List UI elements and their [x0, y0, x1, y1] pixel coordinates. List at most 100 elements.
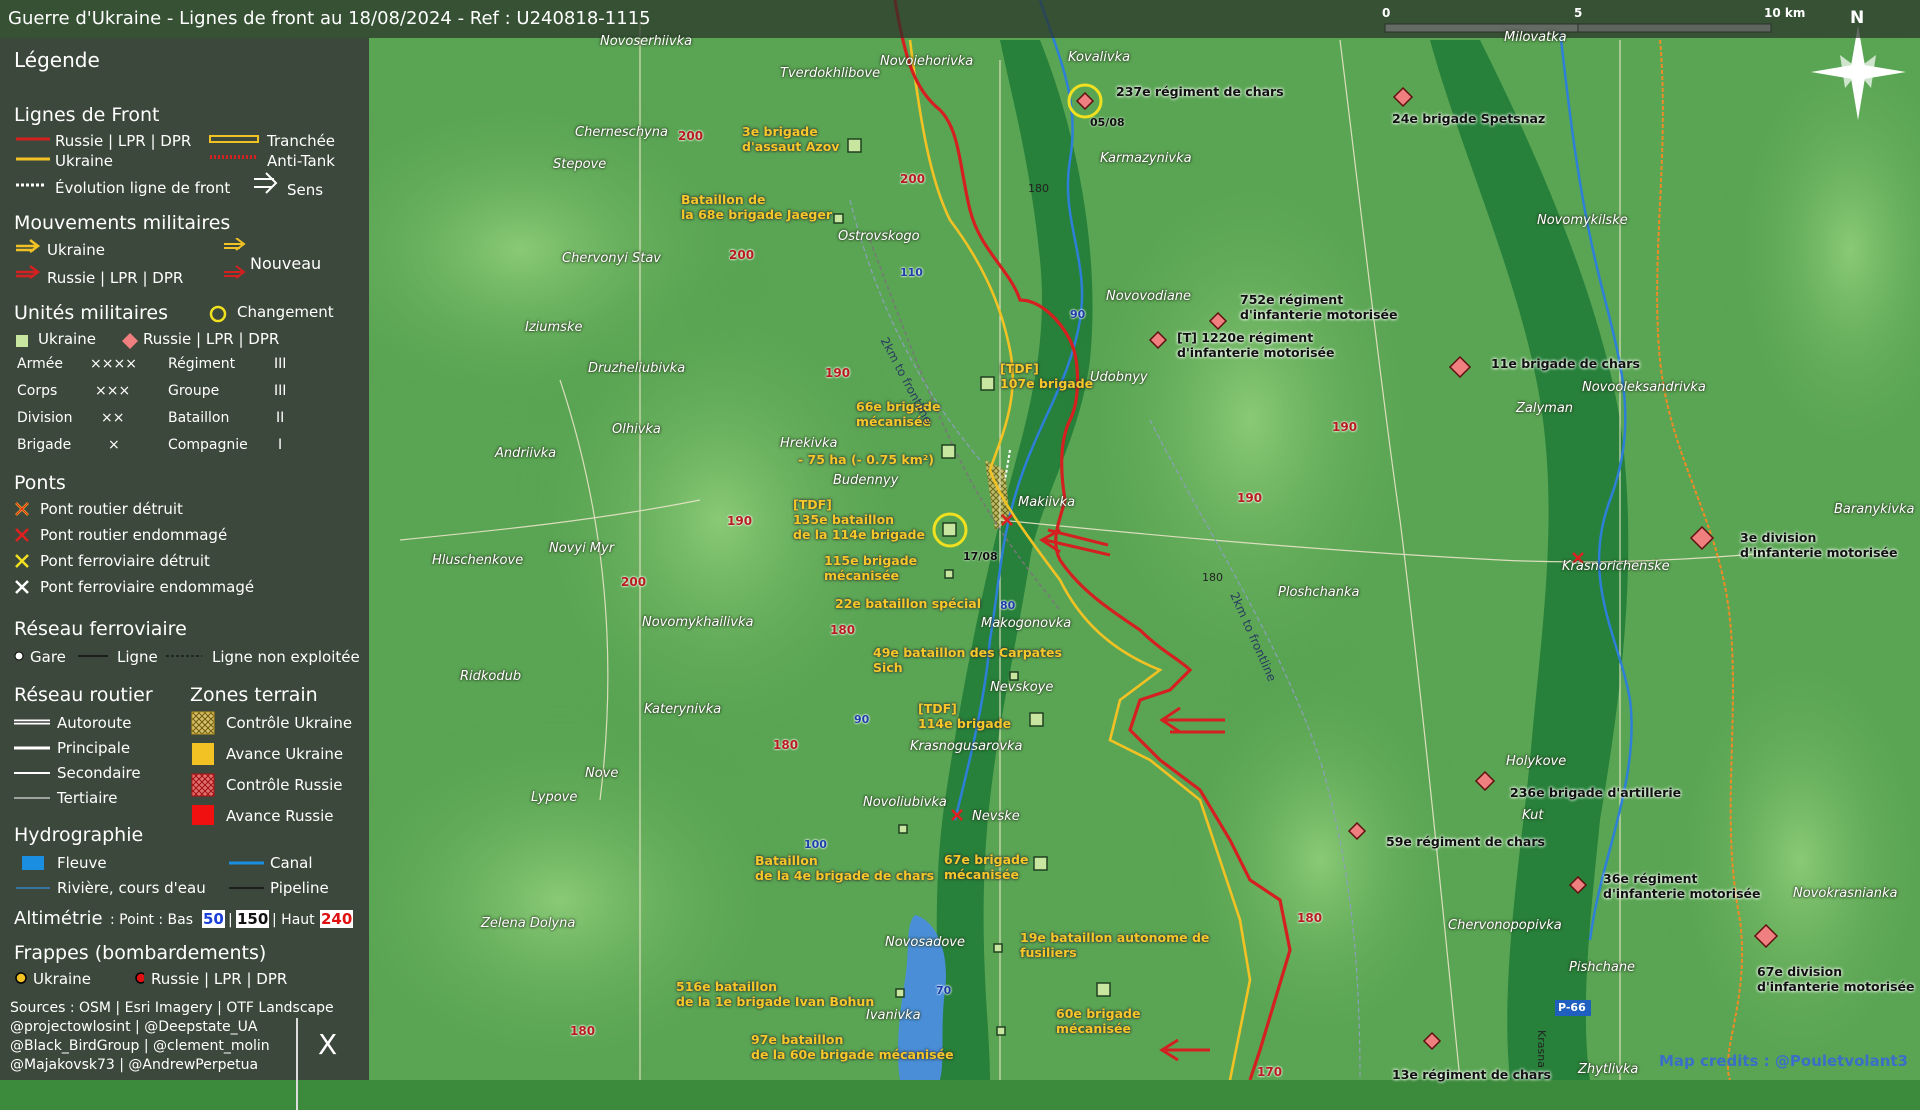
echelon-brigade: Brigade [17, 437, 72, 453]
movements-heading: Mouvements militaires [14, 212, 231, 234]
x-logo-icon[interactable]: X [318, 1028, 337, 1061]
altitude-point: 190 [727, 514, 753, 528]
altitude-point: 180 [570, 1024, 596, 1038]
legend-zone-ru-advance: Avance Russie [226, 807, 334, 825]
roads-heading: Réseau routier [14, 684, 153, 706]
ukraine-unit-label: Bataillon de la 68e brigade Jaeger [681, 192, 833, 222]
russia-unit-label: 752e régiment d'infanterie motorisée [1240, 292, 1398, 322]
zones-heading: Zones terrain [190, 684, 318, 706]
scale-label-10: 10 km [1764, 6, 1806, 20]
town-label: Novooleksandrivka [1582, 380, 1706, 395]
legend-unit-ukraine: Ukraine [38, 330, 96, 348]
town-label: Ploshchanka [1278, 585, 1360, 600]
town-label: Stepove [553, 157, 607, 172]
legend-panel: Légende Lignes de Front Russie | LPR | D… [0, 38, 369, 1110]
altimetry-mid: 150 [236, 910, 270, 928]
town-label: Pishchane [1569, 960, 1636, 975]
ukraine-unit-label: - 75 ha (- 0.75 km²) [798, 452, 934, 467]
town-label: Holykove [1506, 754, 1567, 769]
ukraine-unit-label: 97e bataillon de la 60e brigade mécanisé… [751, 1032, 954, 1062]
echelon-regiment: Régiment [168, 356, 236, 372]
russia-unit-label: 24e brigade Spetsnaz [1392, 111, 1546, 126]
legend-front-russia: Russie | LPR | DPR [55, 132, 192, 150]
legend-rail-line: Ligne [117, 648, 158, 666]
echelon-army: Armée [17, 356, 63, 372]
scale-label-0: 0 [1382, 6, 1391, 20]
road-number: 110 [900, 266, 923, 279]
town-label: Baranykivka [1834, 502, 1915, 517]
altimetry-sep2: | Haut [272, 912, 315, 928]
town-label: Makiivka [1018, 495, 1076, 510]
altitude-point: 190 [1237, 491, 1263, 505]
town-label: Chervonopopivka [1448, 918, 1562, 933]
altitude-point: 180 [1297, 911, 1323, 925]
strikes-heading: Frappes (bombardements) [14, 942, 267, 964]
legend-antitank: Anti-Tank [267, 152, 335, 170]
russia-unit-label: 67e division d'infanterie motorisée [1757, 964, 1915, 994]
hydro-heading: Hydrographie [14, 824, 144, 846]
town-label: Iziumske [525, 320, 583, 335]
town-label: Nove [585, 766, 619, 781]
legend-strike-russia: Russie | LPR | DPR [151, 970, 288, 988]
ukraine-unit-label: 516e bataillon de la 1e brigade Ivan Boh… [676, 979, 875, 1009]
town-label: Zelena Dolyna [481, 916, 576, 931]
legend-hydro-pipeline: Pipeline [270, 879, 329, 897]
echelon-army-symbol: ×××× [90, 356, 137, 372]
echelon-regiment-symbol: III [274, 356, 287, 372]
echelon-company: Compagnie [168, 437, 248, 453]
legend-road-secondary: Secondaire [57, 764, 141, 782]
legend-bridge-rail-destroyed: Pont ferroviaire détruit [40, 552, 210, 570]
legend-road-highway: Autoroute [57, 714, 132, 732]
town-label: Nevskoye [990, 680, 1054, 695]
legend-bridge-road-damaged: Pont routier endommagé [40, 526, 228, 544]
town-label: Novokrasnianka [1793, 886, 1898, 901]
town-label: Karmazynivka [1100, 151, 1192, 166]
ukraine-unit-label: 19e bataillon autonome de fusiliers [1020, 930, 1210, 960]
town-label: Udobnyy [1090, 370, 1148, 385]
town-label: Ridkodub [460, 669, 522, 684]
russia-unit-label: [T] 1220e régiment d'infanterie motorisé… [1177, 330, 1335, 360]
sources-line-4: @Majakovsk73 | @AndrewPerpetua [10, 1057, 259, 1073]
echelon-division-symbol: ×× [101, 410, 125, 426]
town-label: Chervonyi Stav [562, 251, 661, 266]
legend-zone-ua-advance: Avance Ukraine [226, 745, 344, 763]
town-label: Olhivka [612, 422, 661, 437]
russia-unit-label: 236e brigade d'artillerie [1510, 785, 1682, 800]
legend-rail-unused: Ligne non exploitée [212, 648, 360, 666]
altimetry-low: 50 [202, 910, 225, 928]
ukraine-unit-label: 22e bataillon spécial [835, 596, 981, 611]
town-label: Budennyy [833, 473, 899, 488]
altitude-point: 170 [1257, 1065, 1283, 1079]
town-label: Lypove [531, 790, 578, 805]
north-label: N [1850, 8, 1865, 28]
altitude-point: 180 [773, 738, 799, 752]
sources-line-3: @Black_BirdGroup | @clement_molin [10, 1038, 270, 1054]
altitude-point: 200 [729, 248, 755, 262]
contour-altitude: 180 [1202, 571, 1223, 584]
legend-hydro-stream: Rivière, cours d'eau [57, 879, 206, 897]
russia-unit-label: 237e régiment de chars [1116, 84, 1284, 99]
ukraine-unit-label: [TDF] 135e bataillon de la 114e brigade [793, 497, 925, 542]
russia-unit-label: 3e division d'infanterie motorisée [1740, 530, 1898, 560]
ukraine-unit-label: 60e brigade mécanisée [1056, 1006, 1141, 1036]
legend-zone-ru-control: Contrôle Russie [226, 776, 343, 794]
town-label: Ostrovskogo [838, 229, 920, 244]
bridge-icons [15, 502, 29, 594]
altitude-point: 190 [1332, 420, 1358, 434]
town-label: Kovalivka [1068, 50, 1131, 65]
legend-change: Changement [237, 303, 334, 321]
echelon-company-symbol: I [278, 437, 283, 453]
sources-line-1: Sources : OSM | Esri Imagery | OTF Lands… [10, 1000, 334, 1016]
altitude-point: 190 [825, 366, 851, 380]
legend-move-new: Nouveau [250, 254, 322, 273]
road-number: 90 [854, 713, 870, 726]
legend-strike-ukraine: Ukraine [33, 970, 91, 988]
russia-unit-label: 11e brigade de chars [1491, 356, 1640, 371]
legend-direction: Sens [287, 181, 324, 199]
legend-trench: Tranchée [267, 132, 336, 150]
legend-hydro-canal: Canal [270, 854, 313, 872]
legend-zone-ua-control: Contrôle Ukraine [226, 714, 353, 732]
town-label: Cherneschyna [575, 125, 668, 140]
altimetry-sep1: | [228, 912, 233, 928]
altitude-point: 200 [678, 129, 704, 143]
